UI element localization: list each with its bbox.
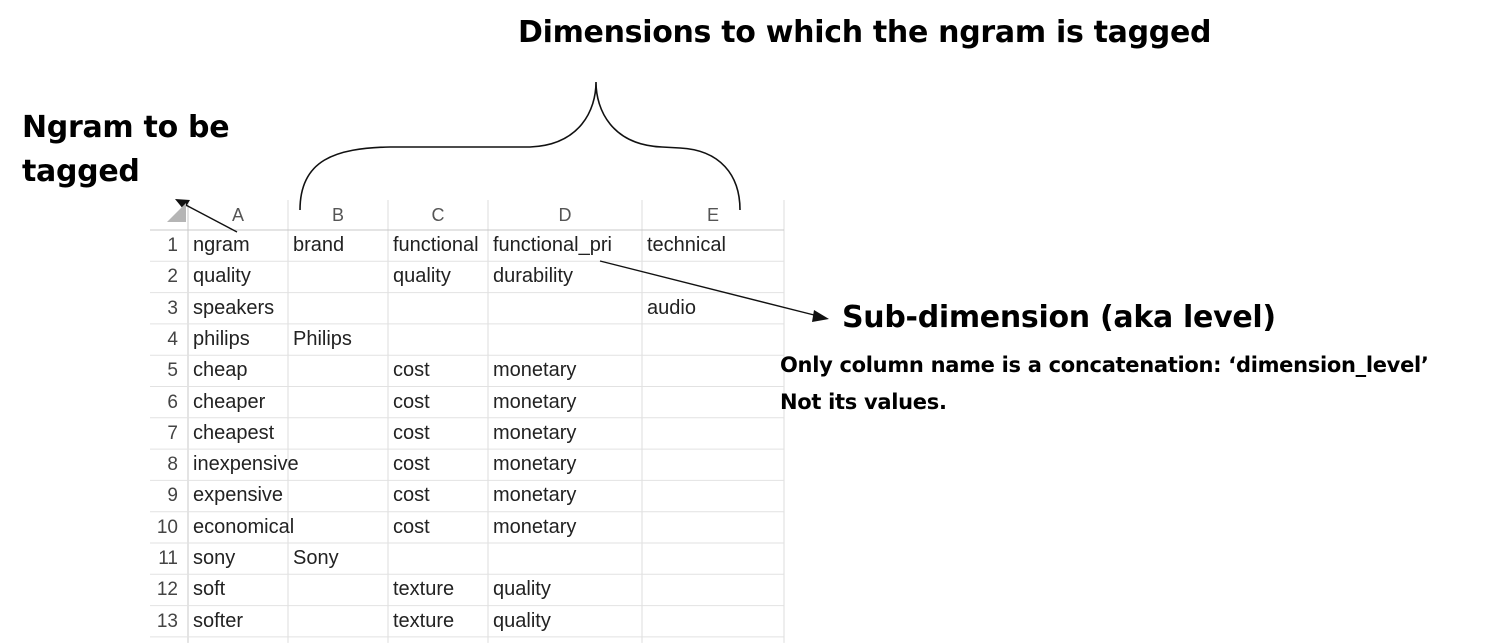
select-all-triangle[interactable] <box>167 203 186 222</box>
cell-e8[interactable] <box>642 449 784 480</box>
cell-c11[interactable] <box>388 543 488 574</box>
row-number[interactable]: 5 <box>150 355 188 386</box>
cell-b7[interactable] <box>288 418 388 449</box>
left-annotation-title: Ngram to be tagged <box>22 110 230 189</box>
cell-d5[interactable]: monetary <box>488 355 642 386</box>
cell-d10[interactable]: monetary <box>488 512 642 543</box>
column-header-b[interactable]: B <box>288 200 388 230</box>
cell-e3[interactable]: audio <box>642 293 784 324</box>
cell-b10[interactable] <box>288 512 388 543</box>
note-line-1: Only column name is a concatenation: ‘di… <box>780 353 1429 377</box>
column-header-c[interactable]: C <box>388 200 488 230</box>
cell-e11[interactable] <box>642 543 784 574</box>
cell-c13[interactable]: texture <box>388 606 488 637</box>
row-number[interactable]: 10 <box>150 512 188 543</box>
row-number[interactable]: 3 <box>150 293 188 324</box>
cell-c7[interactable]: cost <box>388 418 488 449</box>
cell-b3[interactable] <box>288 293 388 324</box>
cell-c5[interactable]: cost <box>388 355 488 386</box>
cell-c8[interactable]: cost <box>388 449 488 480</box>
cell-a11[interactable]: sony <box>188 543 288 574</box>
cell-e5[interactable] <box>642 355 784 386</box>
row-number[interactable]: 4 <box>150 324 188 355</box>
cell-a5[interactable]: cheap <box>188 355 288 386</box>
top-annotation-title: Dimensions to which the ngram is tagged <box>518 15 1212 50</box>
cell-a7[interactable]: cheapest <box>188 418 288 449</box>
cell-b12[interactable] <box>288 574 388 605</box>
cell-a6[interactable]: cheaper <box>188 387 288 418</box>
cell-b2[interactable] <box>288 261 388 292</box>
cell-e1[interactable]: technical <box>642 230 784 261</box>
row-number[interactable]: 6 <box>150 387 188 418</box>
cell-d13[interactable]: quality <box>488 606 642 637</box>
cell-d2[interactable]: durability <box>488 261 642 292</box>
cell-d1[interactable]: functional_pri <box>488 230 642 261</box>
cell-a4[interactable]: philips <box>188 324 288 355</box>
cell-d8[interactable]: monetary <box>488 449 642 480</box>
cell-c2[interactable]: quality <box>388 261 488 292</box>
cell-b13[interactable] <box>288 606 388 637</box>
cell-e9[interactable] <box>642 480 784 511</box>
cell-e10[interactable] <box>642 512 784 543</box>
dimension-brace <box>299 81 741 211</box>
note-line-2: Not its values. <box>780 390 947 414</box>
row-number[interactable]: 8 <box>150 449 188 480</box>
cell-b1[interactable]: brand <box>288 230 388 261</box>
cell-e12[interactable] <box>642 574 784 605</box>
row-number[interactable]: 12 <box>150 574 188 605</box>
cell-e7[interactable] <box>642 418 784 449</box>
cell-a2[interactable]: quality <box>188 261 288 292</box>
cell-c1[interactable]: functional <box>388 230 488 261</box>
row-number[interactable]: 1 <box>150 230 188 261</box>
row-number[interactable]: 11 <box>150 543 188 574</box>
cell-a13[interactable]: softer <box>188 606 288 637</box>
cell-e13[interactable] <box>642 606 784 637</box>
cell-a8[interactable]: inexpensive <box>188 449 299 480</box>
row-number[interactable]: 13 <box>150 606 188 637</box>
cell-e4[interactable] <box>642 324 784 355</box>
cell-e2[interactable] <box>642 261 784 292</box>
sub-dimension-annotation: Sub-dimension (aka level) <box>842 300 1276 335</box>
cell-d3[interactable] <box>488 293 642 324</box>
sub-dimension-arrow-head <box>812 310 829 322</box>
cell-d11[interactable] <box>488 543 642 574</box>
cell-a12[interactable]: soft <box>188 574 288 605</box>
cell-c4[interactable] <box>388 324 488 355</box>
column-header-a[interactable]: A <box>188 200 288 230</box>
cell-c10[interactable]: cost <box>388 512 488 543</box>
cell-b8[interactable] <box>288 449 388 480</box>
cell-e6[interactable] <box>642 387 784 418</box>
cell-b6[interactable] <box>288 387 388 418</box>
cell-d6[interactable]: monetary <box>488 387 642 418</box>
cell-a9[interactable]: expensive <box>188 480 288 511</box>
cell-c9[interactable]: cost <box>388 480 488 511</box>
column-header-e[interactable]: E <box>642 200 784 230</box>
cell-b5[interactable] <box>288 355 388 386</box>
cell-c6[interactable]: cost <box>388 387 488 418</box>
cell-d4[interactable] <box>488 324 642 355</box>
row-number[interactable]: 7 <box>150 418 188 449</box>
column-header-d[interactable]: D <box>488 200 642 230</box>
cell-b4[interactable]: Philips <box>288 324 388 355</box>
cell-b11[interactable]: Sony <box>288 543 388 574</box>
cell-d12[interactable]: quality <box>488 574 642 605</box>
cell-c12[interactable]: texture <box>388 574 488 605</box>
row-number[interactable]: 2 <box>150 261 188 292</box>
cell-d9[interactable]: monetary <box>488 480 642 511</box>
row-number[interactable]: 9 <box>150 480 188 511</box>
cell-a1[interactable]: ngram <box>188 230 288 261</box>
cell-a10[interactable]: economical <box>188 512 294 543</box>
cell-a3[interactable]: speakers <box>188 293 288 324</box>
cell-d7[interactable]: monetary <box>488 418 642 449</box>
cell-b9[interactable] <box>288 480 388 511</box>
cell-c3[interactable] <box>388 293 488 324</box>
